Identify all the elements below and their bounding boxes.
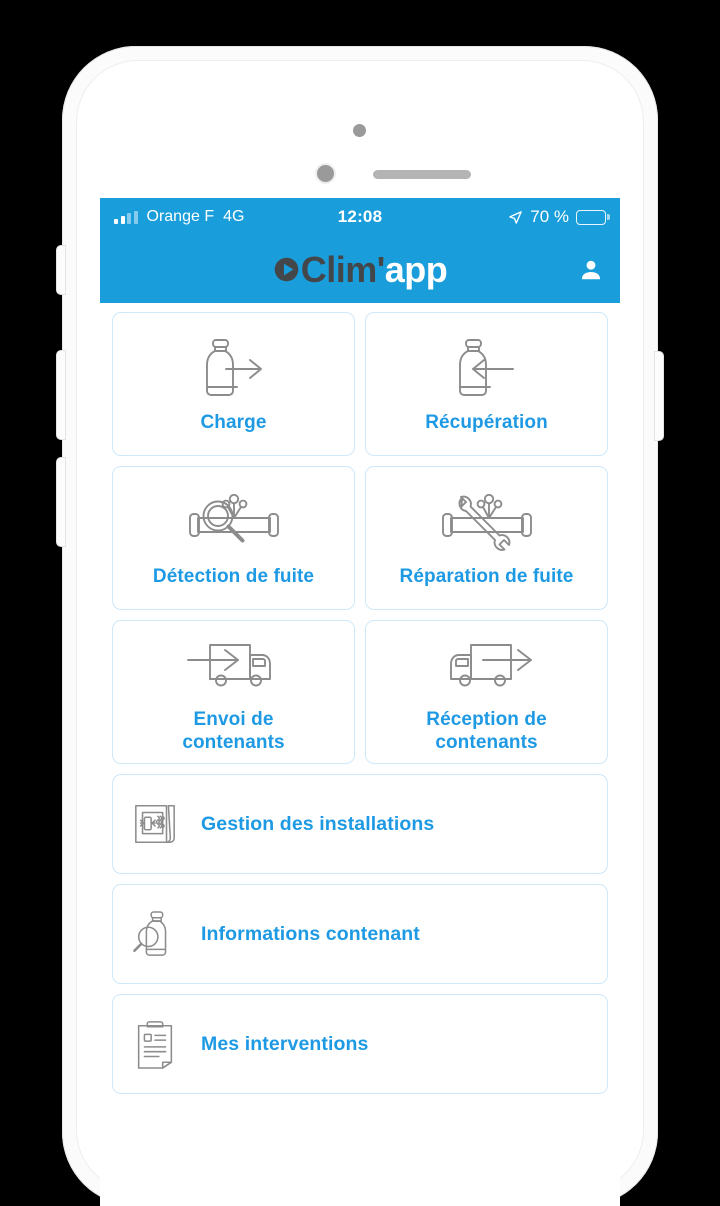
signal-bars-icon xyxy=(114,210,138,224)
blueprint-icon xyxy=(131,801,179,847)
truck-arrow-in-icon xyxy=(180,630,288,702)
wide-tile-label: Gestion des installations xyxy=(201,812,435,835)
clim-play-mark-icon xyxy=(273,256,300,283)
tile-detection-de-fuite[interactable]: Détection de fuite xyxy=(112,466,355,610)
battery-icon xyxy=(576,209,610,225)
power-button[interactable] xyxy=(655,352,663,440)
tile-reparation-de-fuite[interactable]: Réparation de fuite xyxy=(365,466,608,610)
logo-text-app: app xyxy=(384,248,448,290)
tile-label: Charge xyxy=(200,412,267,434)
status-bar: Orange F 4G 12:08 70 % xyxy=(100,198,620,236)
pipe-leak-magnifier-icon xyxy=(182,487,286,559)
clipboard-icon xyxy=(131,1019,179,1069)
carrier-label: Orange F xyxy=(146,208,215,225)
tile-label-line-1: Réception de xyxy=(426,708,547,730)
battery-percent-label: 70 % xyxy=(530,207,570,226)
tile-charge[interactable]: Charge xyxy=(112,312,355,456)
tile-label-line-2: contenants xyxy=(435,732,538,753)
speaker-grille-icon xyxy=(373,170,471,179)
tile-reception-de-contenants[interactable]: Réception de contenants xyxy=(365,620,608,764)
cylinder-arrow-left-icon xyxy=(441,333,533,405)
tile-label: Réparation de fuite xyxy=(399,566,574,588)
sensor-icon xyxy=(317,165,334,182)
tile-label-line-2: contenants xyxy=(182,732,285,753)
tile-label: Récupération xyxy=(425,412,548,434)
wide-tile-label: Informations contenant xyxy=(201,922,420,945)
tile-mes-interventions[interactable]: Mes interventions xyxy=(112,994,608,1094)
location-arrow-icon xyxy=(508,210,523,225)
tile-label-line-1: Envoi de xyxy=(193,708,274,730)
cylinder-magnifier-icon xyxy=(131,909,179,959)
tile-informations-contenant[interactable]: Informations contenant xyxy=(112,884,608,984)
app-header: Clim' app xyxy=(100,236,620,303)
tile-label: Envoi de contenants xyxy=(176,708,290,754)
tile-envoi-de-contenants[interactable]: Envoi de contenants xyxy=(112,620,355,764)
status-bar-left: Orange F 4G xyxy=(114,208,338,226)
tile-label: Réception de contenants xyxy=(420,708,553,754)
volume-down-button[interactable] xyxy=(57,458,65,546)
clock-label: 12:08 xyxy=(337,207,383,226)
phone-device-frame: Orange F 4G 12:08 70 % Clim' app Charge … xyxy=(57,46,663,1206)
phone-screen: Orange F 4G 12:08 70 % Clim' app Charge … xyxy=(100,198,620,1206)
truck-arrow-out-icon xyxy=(433,630,541,702)
mute-switch[interactable] xyxy=(57,246,65,294)
status-bar-right: 70 % xyxy=(382,207,610,227)
app-logo: Clim' app xyxy=(273,249,448,291)
cylinder-arrow-right-icon xyxy=(188,333,280,405)
tile-recuperation[interactable]: Récupération xyxy=(365,312,608,456)
volume-up-button[interactable] xyxy=(57,351,65,439)
camera-icon xyxy=(353,124,366,137)
tile-gestion-des-installations[interactable]: Gestion des installations xyxy=(112,774,608,874)
person-icon[interactable] xyxy=(578,257,604,283)
wide-tile-label: Mes interventions xyxy=(201,1032,369,1055)
pipe-leak-wrench-icon xyxy=(435,487,539,559)
network-type-label: 4G xyxy=(223,208,245,225)
tile-label: Détection de fuite xyxy=(152,566,315,588)
logo-text-clim: Clim' xyxy=(300,248,386,290)
menu-grid: Charge Récupération Détection de fuite R… xyxy=(100,303,620,764)
